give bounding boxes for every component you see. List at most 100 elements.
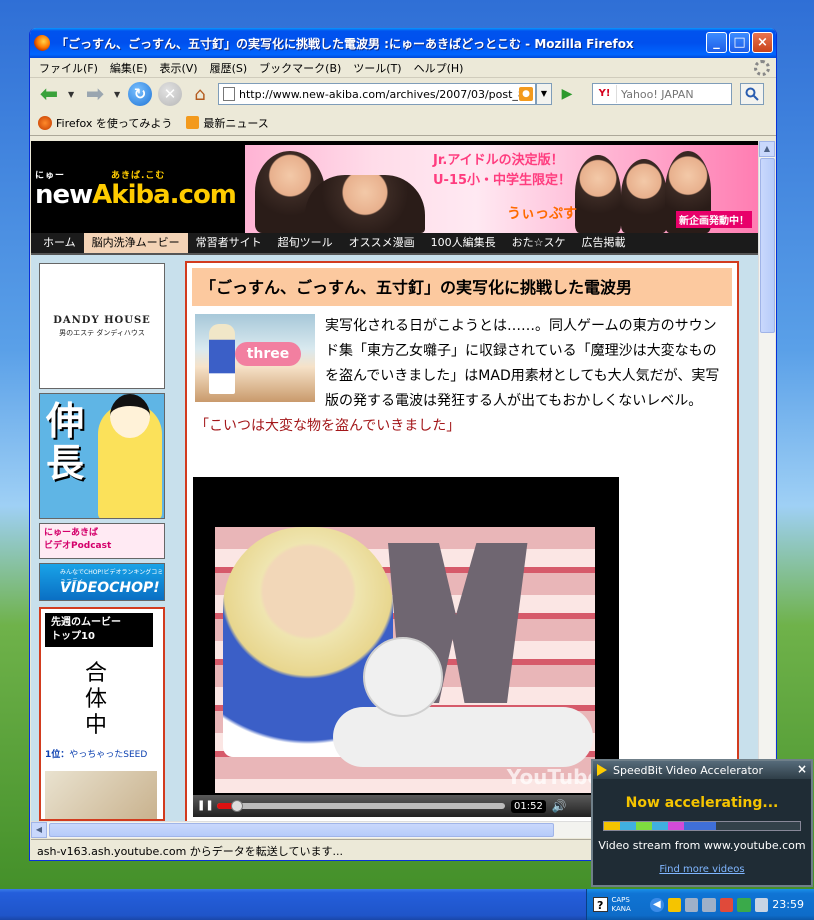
site-logo[interactable]: にゅー あきば.こむ newAkiba.com xyxy=(35,167,237,210)
reload-icon[interactable]: ↻ xyxy=(128,82,152,106)
security-icon[interactable] xyxy=(719,897,734,912)
site-nav-movies[interactable]: 脳内洗浄ムービー xyxy=(83,233,188,253)
forward-arrow-icon[interactable]: ➡ xyxy=(82,82,108,107)
banner-photo xyxy=(305,175,425,233)
banner-line-2: U-15小・中学生限定！ xyxy=(433,173,572,188)
menu-file[interactable]: ファイル(F) xyxy=(34,60,103,76)
podcast-banner[interactable]: にゅーあきば ビデオPodcast xyxy=(39,523,165,559)
speedbit-progress-segment xyxy=(684,822,700,830)
network-icon[interactable] xyxy=(702,897,716,912)
rank-1-item[interactable]: 1位：やっちゃったSEED xyxy=(45,747,147,760)
menu-tools[interactable]: ツール(T) xyxy=(348,60,406,76)
youtube-watermark: YouTube xyxy=(506,765,601,789)
title-bar[interactable]: 「ごっすん、ごっすん、五寸釘」の実写化に挑戦した電波男 :にゅーあきばどっとこむ… xyxy=(30,28,776,58)
vertical-scroll-thumb[interactable] xyxy=(760,158,775,333)
videochop-banner[interactable]: みんなでCHOP!ビデオランキングコミュニティ VIDEOCHOP! xyxy=(39,563,165,601)
thumbnail-caption: three xyxy=(235,342,301,366)
site-nav-editors[interactable]: 100人編集長 xyxy=(423,233,504,253)
site-nav-schedule[interactable]: おた☆スケ xyxy=(504,233,574,253)
ime-status[interactable]: CAPS KANA xyxy=(612,896,647,914)
forward-history-dropdown[interactable]: ▼ xyxy=(114,90,122,99)
url-bar[interactable]: http://www.new-akiba.com/archives/2007/0… xyxy=(218,83,536,105)
site-nav-manga[interactable]: オススメ漫画 xyxy=(341,233,423,253)
speedbit-stream-text: Video stream from www.youtube.com xyxy=(598,839,806,852)
bookmark-latest-news[interactable]: 最新ニュース xyxy=(186,115,269,131)
rss-feed-icon[interactable]: ● xyxy=(519,87,533,101)
bookmark-getting-started[interactable]: Firefox を使ってみよう xyxy=(38,115,172,131)
yahoo-engine-icon[interactable]: Y! xyxy=(593,85,617,103)
menu-bar: ファイル(F) 編集(E) 表示(V) 履歴(S) ブックマーク(B) ツール(… xyxy=(30,58,776,78)
vertical-scrollbar[interactable]: ▲ xyxy=(758,141,775,821)
speedbit-progress-segment xyxy=(620,822,636,830)
search-box[interactable]: Y! xyxy=(592,83,732,105)
close-button[interactable]: × xyxy=(752,32,773,53)
article-thumbnail[interactable]: three xyxy=(195,314,315,402)
ranking-thumb-text[interactable]: 合体中 xyxy=(85,661,115,739)
minimize-button[interactable]: _ xyxy=(706,32,727,53)
nobi-ad[interactable]: 伸長 xyxy=(39,393,165,519)
speedbit-progress-segment xyxy=(636,822,652,830)
rss-icon xyxy=(186,116,200,129)
find-more-videos-link[interactable]: Find more videos xyxy=(593,864,811,875)
magnifier-icon xyxy=(745,87,759,101)
menu-edit[interactable]: 編集(E) xyxy=(105,60,153,76)
article-quote: 「こいつは大変な物を盗んでいきました」 xyxy=(195,418,461,434)
site-nav-home[interactable]: ホーム xyxy=(35,233,84,253)
speedbit-progress-segment xyxy=(668,822,684,830)
page-icon xyxy=(223,87,235,101)
search-input[interactable] xyxy=(617,87,727,101)
video-progress-knob[interactable] xyxy=(231,800,244,812)
speedbit-close-icon[interactable]: × xyxy=(797,762,807,776)
youtube-player[interactable]: YouTube ❚❚ 01:52 🔊 xyxy=(193,477,619,817)
go-arrow-icon[interactable]: ▶ xyxy=(558,85,576,103)
site-nav-tools[interactable]: 超旬ツール xyxy=(270,233,341,253)
idol-banner-ad[interactable]: Jr.アイドルの決定版！ U-15小・中学生限定！ うぃっぷす 新企画発動中！ xyxy=(245,145,758,233)
scroll-left-arrow-icon[interactable]: ◀ xyxy=(31,822,47,838)
article-panel: 「ごっすん、ごっすん、五寸釘」の実写化に挑戦した電波男 three 実写化される… xyxy=(185,261,739,821)
nobi-text: 伸長 xyxy=(46,399,85,485)
scroll-up-arrow-icon[interactable]: ▲ xyxy=(759,141,775,157)
player-controls: ❚❚ 01:52 🔊 xyxy=(193,795,619,817)
pause-icon[interactable]: ❚❚ xyxy=(197,799,214,813)
video-person-lying xyxy=(333,707,593,767)
url-history-dropdown[interactable]: ▼ xyxy=(536,83,552,105)
movie-ranking-box: 先週のムービー トップ10 合体中 1位：やっちゃったSEED xyxy=(39,607,165,821)
update-icon[interactable] xyxy=(737,897,751,912)
home-icon[interactable]: ⌂ xyxy=(188,83,212,105)
network-icon[interactable] xyxy=(685,897,699,912)
window-title: 「ごっすん、ごっすん、五寸釘」の実写化に挑戦した電波男 :にゅーあきばどっとこむ… xyxy=(56,36,634,51)
menu-help[interactable]: ヘルプ(H) xyxy=(409,60,469,76)
rank-2-thumbnail[interactable] xyxy=(45,771,157,819)
volume-icon[interactable]: 🔊 xyxy=(552,799,567,813)
back-history-dropdown[interactable]: ▼ xyxy=(68,90,76,99)
menu-view[interactable]: 表示(V) xyxy=(154,60,202,76)
site-nav-advertise[interactable]: 広告掲載 xyxy=(574,233,634,253)
volume-tray-icon[interactable] xyxy=(754,897,769,912)
maximize-button[interactable]: □ xyxy=(729,32,750,53)
url-text[interactable]: http://www.new-akiba.com/archives/2007/0… xyxy=(239,88,519,101)
site-nav-sites[interactable]: 常習者サイト xyxy=(188,233,270,253)
banner-note: 新企画発動中！ xyxy=(676,211,752,228)
menu-history[interactable]: 履歴(S) xyxy=(205,60,253,76)
horizontal-scroll-thumb[interactable] xyxy=(49,823,554,837)
article-text: 実写化される日がこようとは……。同人ゲームの東方のサウンド集「東方乙女囃子」に収… xyxy=(325,318,720,409)
back-arrow-icon[interactable]: ⬅ xyxy=(36,82,62,107)
article-headline: 「ごっすん、ごっすん、五寸釘」の実写化に挑戦した電波男 xyxy=(192,268,732,306)
throbber-icon xyxy=(754,60,770,76)
rank-1-label: 1位： xyxy=(45,750,70,760)
article-body: three 実写化される日がこようとは……。同人ゲームの東方のサウンド集「東方乙… xyxy=(195,314,729,439)
stop-icon[interactable]: ✕ xyxy=(158,82,182,106)
character-head xyxy=(110,394,150,438)
menu-bookmarks[interactable]: ブックマーク(B) xyxy=(254,60,346,76)
help-icon[interactable]: ? xyxy=(593,897,608,912)
thumbnail-person xyxy=(209,324,235,394)
bookmark-label: Firefox を使ってみよう xyxy=(56,116,173,130)
logo-akiba: Akiba.com xyxy=(92,180,237,210)
speedbit-progress-segment xyxy=(604,822,620,830)
tray-expand-icon[interactable]: ◀ xyxy=(650,897,664,912)
speedbit-progress-segment xyxy=(700,822,716,830)
video-progress-bar[interactable] xyxy=(217,800,505,812)
dandy-house-ad[interactable]: DANDY HOUSE 男のエステ ダンディハウス xyxy=(39,263,165,389)
search-button[interactable] xyxy=(740,83,764,105)
speedbit-tray-icon[interactable] xyxy=(667,897,682,912)
